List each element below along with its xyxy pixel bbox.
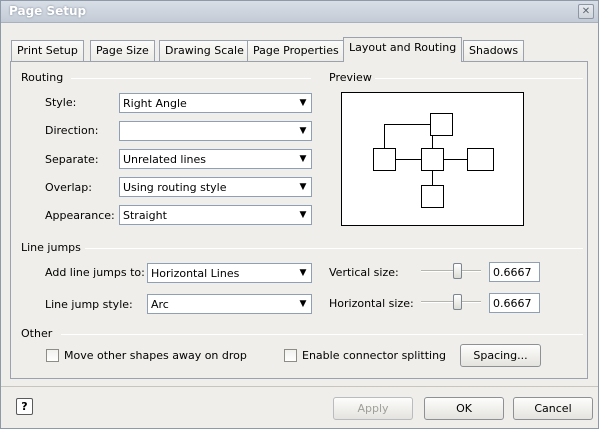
line-jumps-group-label: Line jumps [21, 241, 81, 254]
horizontal-size-slider[interactable] [421, 292, 481, 312]
line-jump-style-label: Line jump style: [45, 298, 133, 311]
close-icon[interactable]: ✕ [578, 4, 594, 19]
vertical-size-slider[interactable] [421, 261, 481, 281]
apply-button[interactable]: Apply [333, 397, 413, 420]
other-group-label: Other [21, 327, 53, 340]
connector-splitting-label[interactable]: Enable connector splitting [302, 349, 446, 362]
overlap-dropdown[interactable]: Using routing style ▼ [119, 177, 312, 197]
vertical-size-label: Vertical size: [329, 266, 399, 279]
horizontal-size-label: Horizontal size: [329, 297, 414, 310]
chevron-down-icon: ▼ [299, 182, 307, 192]
tab-page-size[interactable]: Page Size [90, 40, 155, 61]
routing-group-label: Routing [21, 71, 64, 84]
other-divider [61, 334, 583, 335]
appearance-label: Appearance: [45, 209, 115, 222]
ok-button[interactable]: OK [424, 397, 504, 420]
vertical-size-thumb[interactable] [453, 263, 462, 279]
line-jump-style-dropdown[interactable]: Arc ▼ [147, 294, 312, 314]
routing-divider [71, 78, 311, 79]
separate-label: Separate: [45, 153, 99, 166]
page-setup-dialog: Page Setup ✕ Print Setup Page Size Drawi… [0, 0, 599, 429]
tab-layout-and-routing[interactable]: Layout and Routing [343, 37, 463, 62]
help-icon[interactable]: ? [16, 398, 33, 415]
window-title: Page Setup [9, 4, 87, 18]
appearance-dropdown[interactable]: Straight ▼ [119, 205, 312, 225]
chevron-down-icon: ▼ [299, 268, 307, 278]
tab-drawing-scale[interactable]: Drawing Scale [159, 40, 250, 61]
cancel-button[interactable]: Cancel [513, 397, 593, 420]
tab-print-setup[interactable]: Print Setup [11, 40, 84, 61]
chevron-down-icon: ▼ [299, 126, 307, 136]
title-bar[interactable]: Page Setup ✕ [1, 1, 598, 23]
style-label: Style: [45, 96, 77, 109]
tab-shadows[interactable]: Shadows [463, 40, 525, 61]
overlap-label: Overlap: [45, 181, 92, 194]
vertical-size-input[interactable]: 0.6667 [489, 262, 540, 282]
chevron-down-icon: ▼ [299, 154, 307, 164]
layout-preview [341, 92, 524, 226]
line-jumps-divider [85, 248, 583, 249]
tab-page-properties[interactable]: Page Properties [247, 40, 345, 61]
move-shapes-label[interactable]: Move other shapes away on drop [64, 349, 247, 362]
connector-splitting-checkbox[interactable] [284, 349, 297, 362]
chevron-down-icon: ▼ [299, 210, 307, 220]
preview-group-label: Preview [329, 71, 372, 84]
chevron-down-icon: ▼ [299, 299, 307, 309]
direction-dropdown[interactable]: ▼ [119, 121, 312, 141]
chevron-down-icon: ▼ [299, 98, 307, 108]
horizontal-size-input[interactable]: 0.6667 [489, 293, 540, 313]
preview-divider [375, 78, 583, 79]
spacing-button[interactable]: Spacing... [460, 344, 541, 367]
footer-divider [1, 386, 598, 387]
move-shapes-checkbox[interactable] [46, 349, 59, 362]
preview-diagram [373, 113, 494, 208]
add-line-jumps-label: Add line jumps to: [45, 266, 145, 279]
direction-label: Direction: [45, 124, 99, 137]
horizontal-size-thumb[interactable] [453, 294, 462, 310]
add-line-jumps-dropdown[interactable]: Horizontal Lines ▼ [147, 263, 312, 283]
style-dropdown[interactable]: Right Angle ▼ [119, 93, 312, 113]
separate-dropdown[interactable]: Unrelated lines ▼ [119, 149, 312, 169]
